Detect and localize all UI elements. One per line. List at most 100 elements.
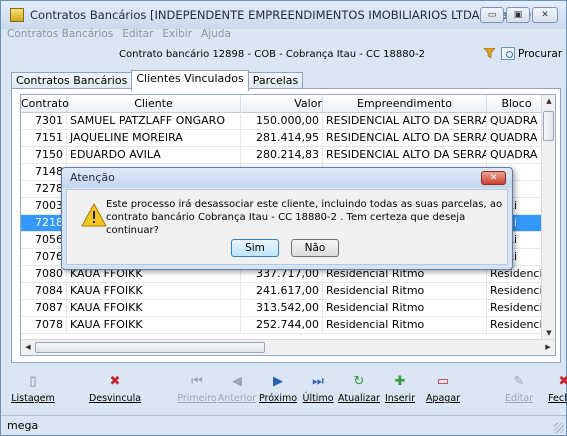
search-button[interactable]: Procurar bbox=[501, 47, 562, 60]
toolbar-label: Último bbox=[302, 393, 334, 404]
prximo-button[interactable]: ▶ Próximo bbox=[257, 370, 299, 416]
cell-cliente: EDUARDO AVILA bbox=[67, 147, 241, 164]
toolbar-label: Editar bbox=[504, 393, 534, 404]
refresh-icon: ↻ bbox=[353, 373, 365, 389]
dialog-message: Este processo irá desassociar este clien… bbox=[106, 199, 503, 236]
toolbar-label: Apagar bbox=[425, 393, 461, 404]
toolbar-label: Anterior bbox=[217, 393, 257, 404]
app-icon bbox=[10, 8, 24, 22]
cell-emp: Residencial Ritmo bbox=[323, 300, 487, 317]
listagem-button[interactable]: ▯ Listagem bbox=[9, 370, 57, 416]
menu-bar: Contratos Bancários Editar Exibir Ajuda bbox=[1, 29, 566, 41]
cell-contrato: 7084 bbox=[21, 283, 67, 300]
bottom-toolbar: ▯ Listagem ✖ Desvincula ⏮ Primeiro ◀ Anterior ▶ P… bbox=[9, 370, 567, 416]
col-valor[interactable]: Valor bbox=[241, 95, 323, 113]
edit-icon: ✎ bbox=[513, 373, 525, 389]
table-row[interactable]: 7078 KAUA FFOIKK 252.744,00 Residencial Rit… bbox=[21, 317, 555, 334]
cell-valor: 150.000,00 bbox=[241, 113, 323, 130]
ltimo-button[interactable]: ⏭ Último bbox=[299, 370, 337, 416]
warning-icon bbox=[81, 203, 107, 227]
resize-grip-icon[interactable] bbox=[554, 423, 564, 433]
toolbar-label: Desvincula bbox=[88, 393, 142, 404]
menu-exibir[interactable]: Exibir bbox=[162, 29, 192, 41]
editar-button[interactable]: ✎ Editar bbox=[497, 370, 541, 416]
scroll-left-icon[interactable]: ◀ bbox=[21, 343, 35, 351]
cell-contrato: 7301 bbox=[21, 113, 67, 130]
maximize-button[interactable]: ▣ bbox=[506, 7, 530, 23]
no-button[interactable]: Não bbox=[291, 239, 339, 257]
cell-contrato: 7150 bbox=[21, 147, 67, 164]
table-row[interactable]: 7084 KAUA FFOIKK 241.617,00 Residencial Rit… bbox=[21, 283, 555, 300]
app-window: Contratos Bancários [INDEPENDENTE EMPREE… bbox=[0, 0, 567, 436]
table-row[interactable]: 7150 EDUARDO AVILA 280.214,83 RESIDENCIAL A… bbox=[21, 147, 555, 164]
scroll-down-icon[interactable]: ▼ bbox=[542, 329, 555, 337]
menu-ajuda[interactable]: Ajuda bbox=[201, 29, 231, 41]
table-row[interactable]: 7301 SAMUEL PATZLAFF ONGARO 150.000,00 RESI… bbox=[21, 113, 555, 130]
col-empreendimento[interactable]: Empreendimento bbox=[323, 95, 487, 113]
title-bar: Contratos Bancários [INDEPENDENTE EMPREE… bbox=[1, 1, 566, 29]
cell-cliente: JAQUELINE MOREIRA bbox=[67, 130, 241, 147]
minimize-button[interactable]: ▭ bbox=[480, 7, 504, 23]
document-icon: ▯ bbox=[29, 373, 37, 389]
cell-valor: 252.744,00 bbox=[241, 317, 323, 334]
filter-icon[interactable] bbox=[484, 48, 495, 58]
insert-icon: ✚ bbox=[394, 373, 406, 389]
next-icon: ▶ bbox=[273, 373, 283, 389]
last-icon: ⏭ bbox=[312, 373, 324, 389]
toolbar-label: Atualizar bbox=[338, 393, 380, 404]
cell-emp: Residencial Ritmo bbox=[323, 317, 487, 334]
previous-icon: ◀ bbox=[232, 373, 242, 389]
unlink-icon: ✖ bbox=[109, 373, 121, 389]
menu-contratos[interactable]: Contratos Bancários bbox=[7, 29, 113, 41]
cell-cliente: KAUA FFOIKK bbox=[67, 317, 241, 334]
cell-valor: 280.214,83 bbox=[241, 147, 323, 164]
cell-cliente: SAMUEL PATZLAFF ONGARO bbox=[67, 113, 241, 130]
cell-cliente: KAUA FFOIKK bbox=[67, 300, 241, 317]
dialog-close-button[interactable]: ✕ bbox=[481, 171, 506, 185]
close-circle-icon: ✖ bbox=[558, 373, 567, 389]
vertical-scroll-thumb[interactable] bbox=[543, 111, 554, 141]
primeiro-button[interactable]: ⏮ Primeiro bbox=[177, 370, 217, 416]
fechar-button[interactable]: ✖ Fechar bbox=[541, 370, 567, 416]
desvincula-button[interactable]: ✖ Desvincula bbox=[87, 370, 143, 416]
first-icon: ⏮ bbox=[191, 373, 203, 389]
table-row[interactable]: 7087 KAUA FFOIKK 313.542,00 Residencial Rit… bbox=[21, 300, 555, 317]
col-bloco[interactable]: Bloco bbox=[487, 95, 547, 113]
dialog-title: Atenção bbox=[70, 171, 115, 184]
contract-info: Contrato bancário 12898 - COB - Cobrança… bbox=[119, 49, 425, 60]
scroll-right-icon[interactable]: ▶ bbox=[541, 343, 555, 351]
tab-clientes-vinculados[interactable]: Clientes Vinculados bbox=[131, 70, 249, 91]
cell-valor: 313.542,00 bbox=[241, 300, 323, 317]
cell-contrato: 7087 bbox=[21, 300, 67, 317]
toolbar-label: Inserir bbox=[384, 393, 416, 404]
cell-contrato: 7078 bbox=[21, 317, 67, 334]
confirm-dialog: Atenção ✕ Este processo irá desassociar … bbox=[61, 167, 513, 270]
col-contrato[interactable]: Contrato bbox=[21, 95, 69, 113]
dialog-title-bar: Atenção ✕ bbox=[62, 168, 512, 188]
inserir-button[interactable]: ✚ Inserir bbox=[381, 370, 419, 416]
yes-button[interactable]: Sim bbox=[231, 239, 279, 257]
toolbar-label: Próximo bbox=[258, 393, 298, 404]
horizontal-scrollbar[interactable]: ◀ ▶ bbox=[21, 339, 555, 355]
delete-icon: ▭ bbox=[436, 373, 450, 389]
toolbar-label: Listagem bbox=[11, 393, 55, 404]
search-icon bbox=[501, 47, 515, 60]
vertical-scrollbar[interactable]: ▲ ▼ bbox=[541, 95, 555, 339]
menu-editar[interactable]: Editar bbox=[122, 29, 153, 41]
toolbar-label: Fechar bbox=[548, 393, 567, 404]
context-bar: Contrato bancário 12898 - COB - Cobrança… bbox=[1, 43, 566, 67]
table-row[interactable]: 7151 JAQUELINE MOREIRA 281.414,95 RESIDENCI… bbox=[21, 130, 555, 147]
toolbar-label: Primeiro bbox=[177, 393, 217, 404]
tab-strip: Contratos Bancários Clientes Vinculados … bbox=[11, 70, 304, 91]
col-cliente[interactable]: Cliente bbox=[67, 95, 241, 113]
scroll-up-icon[interactable]: ▲ bbox=[542, 97, 555, 105]
horizontal-scroll-thumb[interactable] bbox=[35, 342, 265, 353]
cell-valor: 241.617,00 bbox=[241, 283, 323, 300]
close-window-button[interactable]: ✕ bbox=[532, 7, 558, 23]
atualizar-button[interactable]: ↻ Atualizar bbox=[337, 370, 381, 416]
anterior-button[interactable]: ◀ Anterior bbox=[217, 370, 257, 416]
apagar-button[interactable]: ▭ Apagar bbox=[419, 370, 467, 416]
window-title: Contratos Bancários [INDEPENDENTE EMPREE… bbox=[30, 8, 551, 22]
cell-emp: RESIDENCIAL ALTO DA SERRA bbox=[323, 130, 487, 147]
cell-emp: RESIDENCIAL ALTO DA SERRA bbox=[323, 113, 487, 130]
